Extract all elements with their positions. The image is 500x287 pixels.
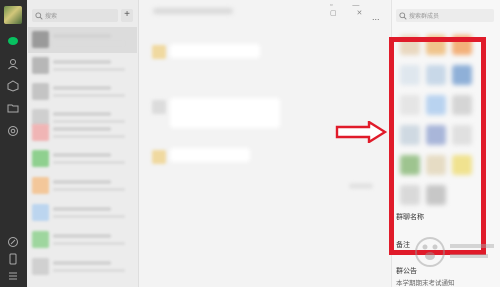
folder-icon[interactable] <box>7 102 19 114</box>
nav-bar <box>0 0 27 287</box>
avatar <box>152 100 166 114</box>
chat-icon[interactable] <box>7 35 19 47</box>
member-search-placeholder: 搜索群成员 <box>409 14 440 20</box>
group-notice-text: 本学期期末考试通知 <box>396 280 455 287</box>
avatar <box>152 150 166 164</box>
list-item[interactable] <box>28 173 137 199</box>
more-button[interactable]: ... <box>372 12 380 22</box>
avatar <box>152 45 166 59</box>
timestamp <box>349 183 373 189</box>
watermark-logo <box>415 237 494 267</box>
add-button[interactable]: + <box>121 9 133 22</box>
message-bubble <box>170 98 280 128</box>
chat-window <box>139 0 390 287</box>
list-item[interactable] <box>28 146 137 172</box>
search-input[interactable]: 搜索 <box>32 9 118 22</box>
list-item[interactable] <box>28 200 137 226</box>
phone-icon[interactable] <box>7 253 19 265</box>
window-controls[interactable]: ▫ — ▢ ✕ <box>330 2 386 17</box>
list-item[interactable] <box>28 120 137 146</box>
contacts-icon[interactable] <box>7 58 19 70</box>
member-search-input[interactable]: 搜索群成员 <box>396 9 494 22</box>
search-placeholder: 搜索 <box>45 14 58 20</box>
list-item[interactable] <box>28 227 137 253</box>
remark-label[interactable]: 备注 <box>396 240 410 250</box>
moments-icon[interactable] <box>7 125 19 137</box>
member-list-highlight <box>389 37 486 255</box>
chat-title <box>153 8 233 14</box>
message-bubble <box>170 148 250 162</box>
list-item[interactable] <box>28 254 137 280</box>
arrow-right-icon <box>335 121 387 143</box>
search-icon <box>35 11 43 20</box>
group-name-label: 群聊名称 <box>396 214 424 221</box>
list-item[interactable] <box>28 79 137 105</box>
search-icon <box>399 11 407 20</box>
menu-icon[interactable] <box>7 270 19 282</box>
list-item[interactable] <box>28 53 137 79</box>
message-bubble <box>170 44 260 58</box>
list-item[interactable] <box>28 27 137 53</box>
user-avatar[interactable] <box>4 6 22 24</box>
favorites-icon[interactable] <box>7 80 19 92</box>
mini-program-icon[interactable] <box>7 236 19 248</box>
